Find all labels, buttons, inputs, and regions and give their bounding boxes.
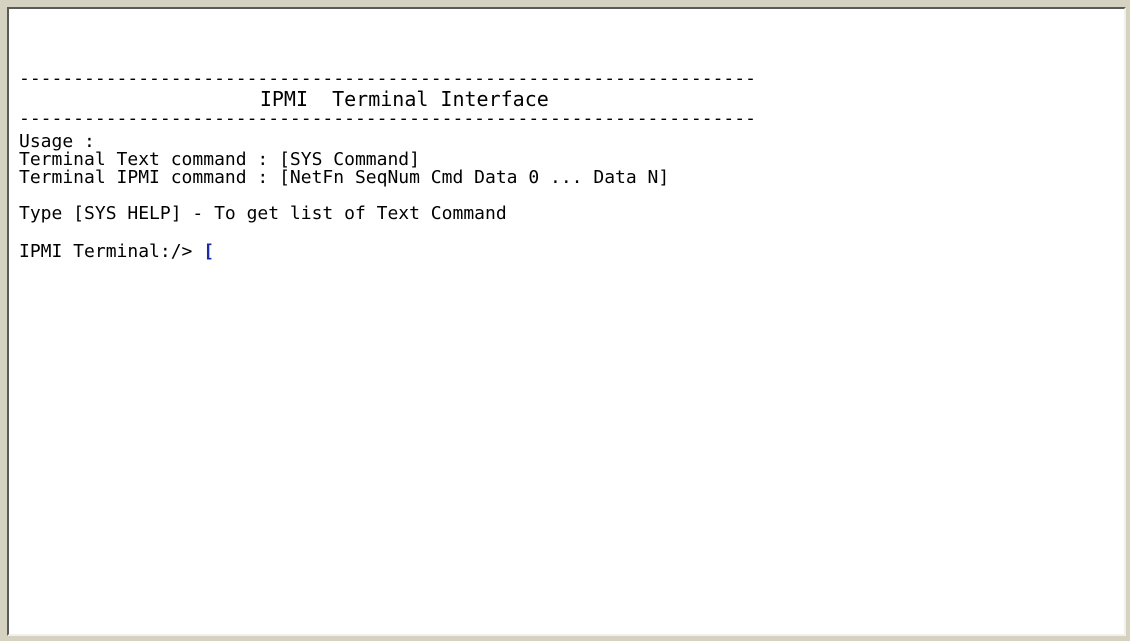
separator-bottom: ----------------------------------------… — [19, 108, 756, 129]
command-prompt-row[interactable]: IPMI Terminal:/> [ — [19, 241, 1124, 263]
help-hint: Type [SYS HELP] - To get list of Text Co… — [19, 203, 507, 224]
ipmi-command-usage: Terminal IPMI command : [NetFn SeqNum Cm… — [19, 167, 670, 188]
terminal-screen[interactable]: ----------------------------------------… — [7, 7, 1126, 636]
prompt-text: IPMI Terminal:/> — [19, 241, 204, 262]
separator-top: ----------------------------------------… — [19, 68, 756, 89]
command-input[interactable]: [ — [203, 241, 214, 263]
terminal-window: ----------------------------------------… — [0, 0, 1130, 641]
